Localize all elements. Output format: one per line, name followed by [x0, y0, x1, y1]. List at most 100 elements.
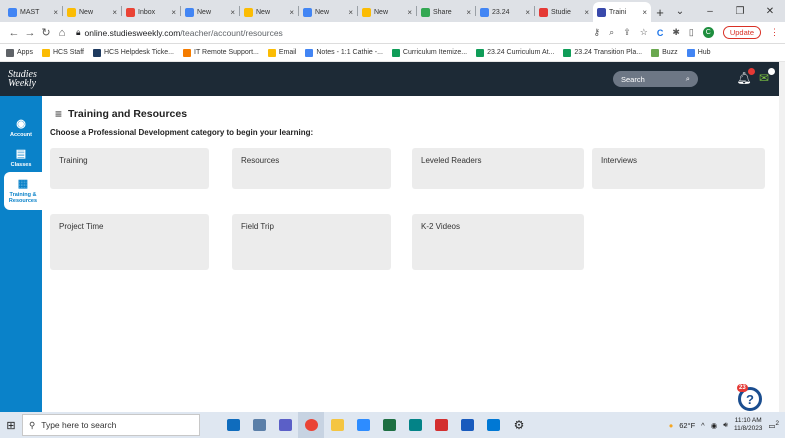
bookmark-favicon-icon: [563, 48, 572, 57]
word-icon[interactable]: [454, 412, 480, 438]
taskbar-search-input[interactable]: ⚲ Type here to search: [22, 414, 200, 436]
browser-tab[interactable]: Traini ×: [593, 2, 651, 22]
bookmark-item[interactable]: Apps: [6, 48, 33, 57]
excel-icon[interactable]: [376, 412, 402, 438]
file-explorer-icon[interactable]: [324, 412, 350, 438]
share-icon[interactable]: ⇪: [623, 27, 631, 38]
zoom-app-icon[interactable]: [350, 412, 376, 438]
page-scrollbar[interactable]: [779, 62, 785, 412]
profile-avatar[interactable]: C: [702, 27, 714, 38]
tab-close-icon[interactable]: ×: [53, 8, 58, 17]
category-card-resources[interactable]: Resources: [232, 148, 391, 189]
bookmark-item[interactable]: Curriculum Itemize...: [391, 48, 467, 57]
bookmark-item[interactable]: HCS Helpdesk Ticke...: [92, 48, 174, 57]
network-icon[interactable]: ◉: [711, 421, 718, 430]
url-field[interactable]: 🔒︎ online.studiesweekly.com/teacher/acco…: [76, 25, 594, 41]
bookmark-label: Apps: [17, 49, 33, 56]
star-icon[interactable]: ☆: [640, 27, 648, 38]
zoom-icon[interactable]: ⌕: [609, 27, 614, 38]
browser-tab[interactable]: Share ×: [417, 2, 475, 22]
search-input[interactable]: Search ⌕: [613, 71, 698, 87]
tab-favicon-icon: [8, 7, 17, 17]
tab-close-icon[interactable]: ×: [230, 8, 235, 17]
puzzle-icon[interactable]: ✱: [672, 27, 680, 38]
browser-tab[interactable]: Studie ×: [535, 2, 593, 22]
bell-icon[interactable]: 🔔︎: [736, 68, 755, 86]
browser-tab[interactable]: 23.24 ×: [476, 2, 534, 22]
extension-c-icon[interactable]: C: [657, 28, 664, 38]
tab-label: MAST: [20, 8, 40, 16]
tab-favicon-icon: [126, 7, 135, 17]
browser-tab[interactable]: New ×: [358, 2, 416, 22]
tab-close-icon[interactable]: ×: [112, 8, 117, 17]
settings-gear-icon[interactable]: ⚙: [506, 412, 532, 438]
help-button[interactable]: ? 23: [737, 384, 762, 411]
close-window-button[interactable]: ✕: [755, 0, 785, 22]
category-card-project-time[interactable]: Project Time: [50, 214, 209, 270]
tab-close-icon[interactable]: ×: [407, 8, 412, 17]
bookmark-item[interactable]: IT Remote Support...: [183, 48, 259, 57]
bookmark-item[interactable]: 23.24 Transition Pla...: [563, 48, 642, 57]
acrobat-icon[interactable]: [428, 412, 454, 438]
notification-center-icon[interactable]: ▭2: [768, 420, 779, 431]
minimize-button[interactable]: –: [695, 0, 725, 22]
tab-label: New: [315, 8, 330, 16]
tray-chevron-icon[interactable]: ^: [701, 421, 705, 430]
lock-icon: 🔒︎: [76, 27, 81, 37]
key-icon[interactable]: ⚷: [594, 27, 601, 38]
teams-icon[interactable]: [272, 412, 298, 438]
tab-close-icon[interactable]: ×: [466, 8, 471, 17]
tab-close-icon[interactable]: ×: [171, 8, 176, 17]
sharepoint-icon[interactable]: [402, 412, 428, 438]
studies-weekly-logo[interactable]: Studies Weekly: [8, 70, 37, 89]
sidepanel-icon[interactable]: ▯: [689, 27, 694, 38]
address-bar: ← → ↻ ⌂ 🔒︎ online.studiesweekly.com/teac…: [0, 22, 785, 44]
tab-label: Traini: [609, 8, 627, 16]
sidebar-item-classes[interactable]: ▤ Classes: [0, 140, 42, 176]
bookmark-item[interactable]: HCS Staff: [41, 48, 84, 57]
category-card-training[interactable]: Training: [50, 148, 209, 189]
back-button[interactable]: ←: [6, 27, 22, 39]
browser-tab[interactable]: New ×: [240, 2, 298, 22]
tab-close-icon[interactable]: ×: [348, 8, 353, 17]
chrome-icon[interactable]: [298, 412, 324, 438]
hamburger-menu-icon[interactable]: ≡: [55, 107, 62, 121]
tab-close-icon[interactable]: ×: [525, 8, 530, 17]
tab-search-icon[interactable]: ⌄: [665, 0, 695, 22]
menu-kebab-icon[interactable]: ⋮: [770, 27, 779, 38]
weather-temp[interactable]: 62°F: [679, 421, 695, 430]
reload-button[interactable]: ↻: [38, 26, 54, 39]
weather-icon[interactable]: ●: [669, 421, 674, 430]
pen-app-icon[interactable]: [246, 412, 272, 438]
category-card-interviews[interactable]: Interviews: [592, 148, 765, 189]
category-card-leveled-readers[interactable]: Leveled Readers: [412, 148, 584, 189]
bookmark-item[interactable]: Email: [267, 48, 296, 57]
browser-tab[interactable]: MAST ×: [4, 2, 62, 22]
category-card-k2-videos[interactable]: K-2 Videos: [412, 214, 584, 270]
home-button[interactable]: ⌂: [54, 27, 70, 39]
outlook-icon[interactable]: [220, 412, 246, 438]
browser-tab[interactable]: New ×: [181, 2, 239, 22]
update-button[interactable]: Update: [722, 26, 761, 39]
sidebar-item-training-resources[interactable]: ▦ Training & Resources: [4, 172, 42, 210]
bookmark-item[interactable]: Buzz: [651, 48, 678, 57]
bookmark-item[interactable]: 23.24 Curriculum At...: [476, 48, 554, 57]
sidebar-item-label: Training & Resources: [8, 191, 38, 204]
media-app-icon[interactable]: [480, 412, 506, 438]
tab-close-icon[interactable]: ×: [584, 8, 589, 17]
browser-tab[interactable]: Inbox ×: [122, 2, 180, 22]
category-card-field-trip[interactable]: Field Trip: [232, 214, 391, 270]
bookmark-item[interactable]: Notes - 1:1 Cathie -...: [305, 48, 383, 57]
tab-close-icon[interactable]: ×: [289, 8, 294, 17]
maximize-button[interactable]: ❐: [725, 0, 755, 22]
volume-icon[interactable]: 🔊︎: [723, 420, 728, 430]
browser-tab[interactable]: New ×: [63, 2, 121, 22]
browser-tab[interactable]: New ×: [299, 2, 357, 22]
mail-icon[interactable]: ✉: [756, 68, 775, 86]
forward-button[interactable]: →: [22, 27, 38, 39]
taskbar-clock[interactable]: 11:10 AM 11/8/2023: [734, 417, 762, 433]
notification-badge: [748, 68, 755, 75]
tab-close-icon[interactable]: ×: [642, 8, 647, 17]
windows-start-icon[interactable]: ⊞: [0, 412, 22, 438]
bookmark-item[interactable]: Hub: [686, 48, 711, 57]
